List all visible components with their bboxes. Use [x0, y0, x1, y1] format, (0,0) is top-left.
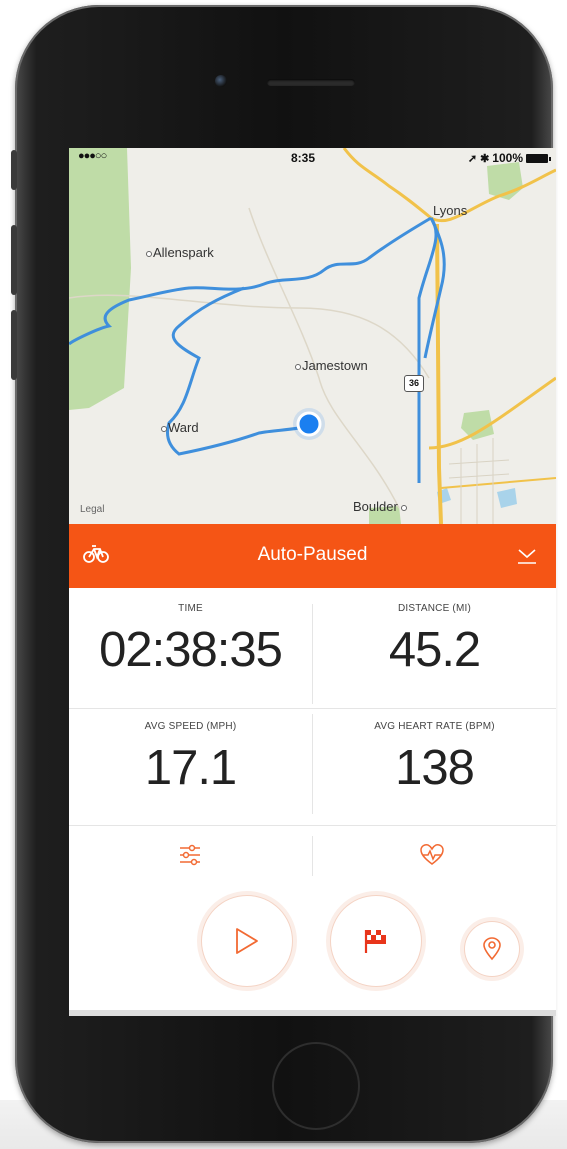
status-bar: ●●●○○ 8:35 ➚ ✱ 100%	[69, 148, 556, 168]
current-location-dot	[296, 411, 322, 437]
activity-status: Auto-Paused	[257, 544, 368, 565]
place-label-ward: Ward	[161, 420, 199, 435]
screen-bottom-edge	[69, 1010, 556, 1016]
tools-divider-vertical	[312, 836, 313, 876]
stats-divider-horizontal	[69, 825, 556, 826]
chevron-down-icon[interactable]	[516, 544, 538, 566]
stat-label: TIME	[178, 603, 203, 614]
place-label-allenspark: Allenspark	[146, 245, 214, 260]
place-label-lyons: Lyons	[433, 203, 468, 218]
stat-avg-speed: AVG SPEED (MPH) 17.1	[69, 721, 312, 796]
home-button[interactable]	[272, 1042, 360, 1130]
stat-label: AVG HEART RATE (BPM)	[374, 721, 495, 732]
stat-label: DISTANCE (MI)	[398, 603, 471, 614]
stat-value: 17.1	[144, 741, 237, 795]
phone-frame: ●●●○○ 8:35 ➚ ✱ 100% Lyons Allenspark Jam…	[11, 5, 556, 1143]
resume-button[interactable]	[202, 896, 292, 986]
stat-value: 45.2	[388, 623, 481, 677]
place-label-jamestown: Jamestown	[295, 358, 368, 373]
route-map[interactable]: ●●●○○ 8:35 ➚ ✱ 100% Lyons Allenspark Jam…	[69, 148, 556, 524]
water-body	[497, 488, 517, 508]
finish-button[interactable]	[331, 896, 421, 986]
highway-shield-36: 36	[404, 375, 424, 392]
play-icon	[236, 928, 258, 954]
mute-switch	[11, 150, 17, 190]
stat-label: AVG SPEED (MPH)	[144, 721, 237, 732]
bluetooth-icon: ✱	[480, 152, 490, 165]
location-services-icon: ➚	[467, 152, 478, 165]
stats-divider-horizontal	[69, 708, 556, 709]
app-screen: ●●●○○ 8:35 ➚ ✱ 100% Lyons Allenspark Jam…	[69, 148, 556, 1016]
front-camera	[215, 75, 227, 87]
status-time: 8:35	[291, 151, 316, 165]
location-button[interactable]	[465, 922, 519, 976]
road	[448, 438, 510, 524]
map-graphic	[69, 148, 556, 524]
stat-time: TIME 02:38:35	[69, 603, 312, 678]
signal-strength: ●●●○○	[78, 150, 107, 162]
heart-rate-icon[interactable]	[419, 842, 445, 868]
stat-distance: DISTANCE (MI) 45.2	[313, 603, 556, 678]
battery-icon	[526, 153, 551, 163]
activity-status-bar: Auto-Paused	[69, 524, 556, 588]
volume-up-button	[11, 225, 17, 295]
sliders-icon[interactable]	[177, 842, 203, 868]
battery-percent: 100%	[492, 151, 523, 165]
park-area	[69, 148, 131, 410]
stat-value: 138	[395, 741, 475, 795]
road	[435, 223, 443, 524]
stat-value: 02:38:35	[99, 623, 283, 677]
road	[440, 477, 556, 489]
earpiece-speaker	[267, 79, 355, 86]
map-pin-icon	[483, 937, 501, 961]
status-right: ➚ ✱ 100%	[467, 151, 551, 165]
volume-down-button	[11, 310, 17, 380]
stat-avg-heart-rate: AVG HEART RATE (BPM) 138	[313, 721, 556, 796]
checkered-flag-icon	[364, 930, 386, 953]
map-legal-link[interactable]: Legal	[80, 504, 104, 515]
place-label-boulder: Boulder	[353, 499, 408, 514]
road	[428, 376, 556, 450]
